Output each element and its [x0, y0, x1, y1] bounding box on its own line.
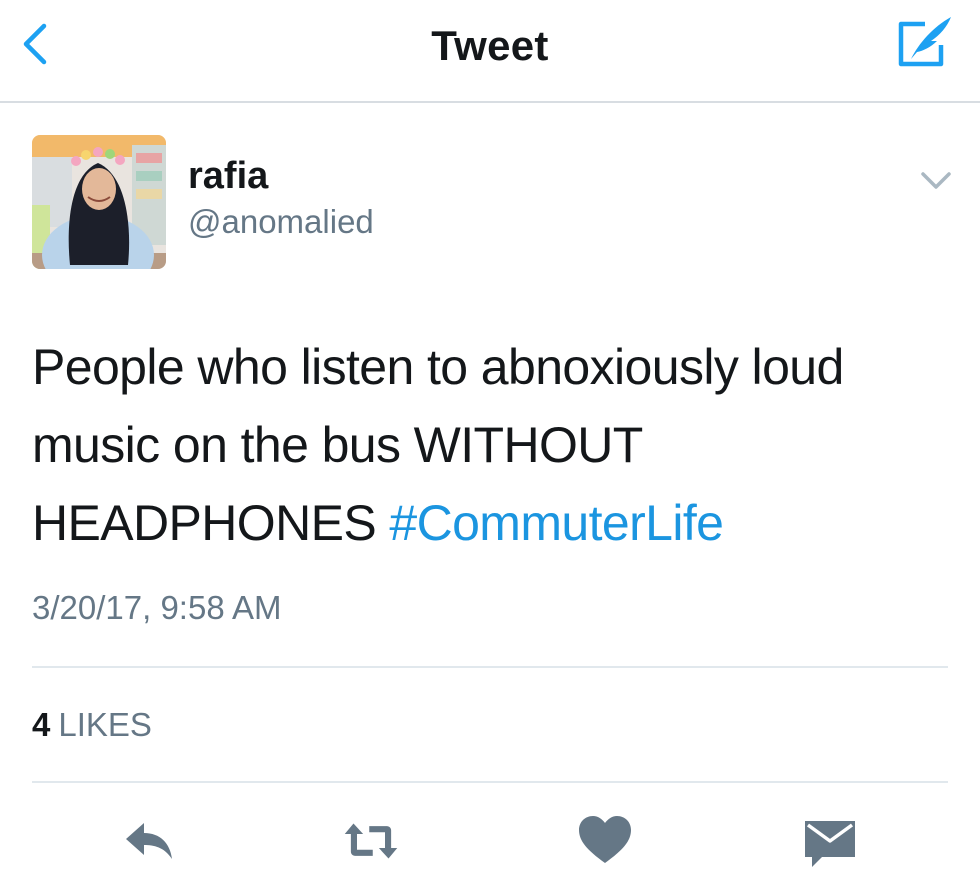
chevron-down-icon[interactable] [918, 168, 954, 194]
tweet-timestamp: 3/20/17, 9:58 AM [32, 589, 282, 626]
divider [32, 666, 948, 668]
author-handle[interactable]: @anomalied [188, 203, 374, 241]
hashtag-link[interactable]: #CommuterLife [389, 495, 724, 551]
heart-icon[interactable] [577, 813, 633, 869]
page-title: Tweet [431, 22, 549, 69]
tweet-text: People who listen to abnoxiously loud mu… [32, 328, 952, 562]
reply-icon[interactable] [122, 813, 178, 869]
avatar[interactable] [32, 135, 166, 269]
envelope-icon[interactable] [802, 813, 858, 869]
divider [32, 781, 948, 783]
retweet-icon[interactable] [343, 813, 399, 869]
likes-label: LIKES [58, 706, 152, 743]
author-display-name[interactable]: rafia [188, 155, 268, 198]
navigation-bar: Tweet [0, 0, 980, 103]
likes-stat[interactable]: 4 LIKES [32, 706, 152, 744]
likes-count: 4 [32, 706, 51, 743]
compose-tweet-icon[interactable] [893, 13, 953, 73]
avatar-image [32, 135, 166, 269]
